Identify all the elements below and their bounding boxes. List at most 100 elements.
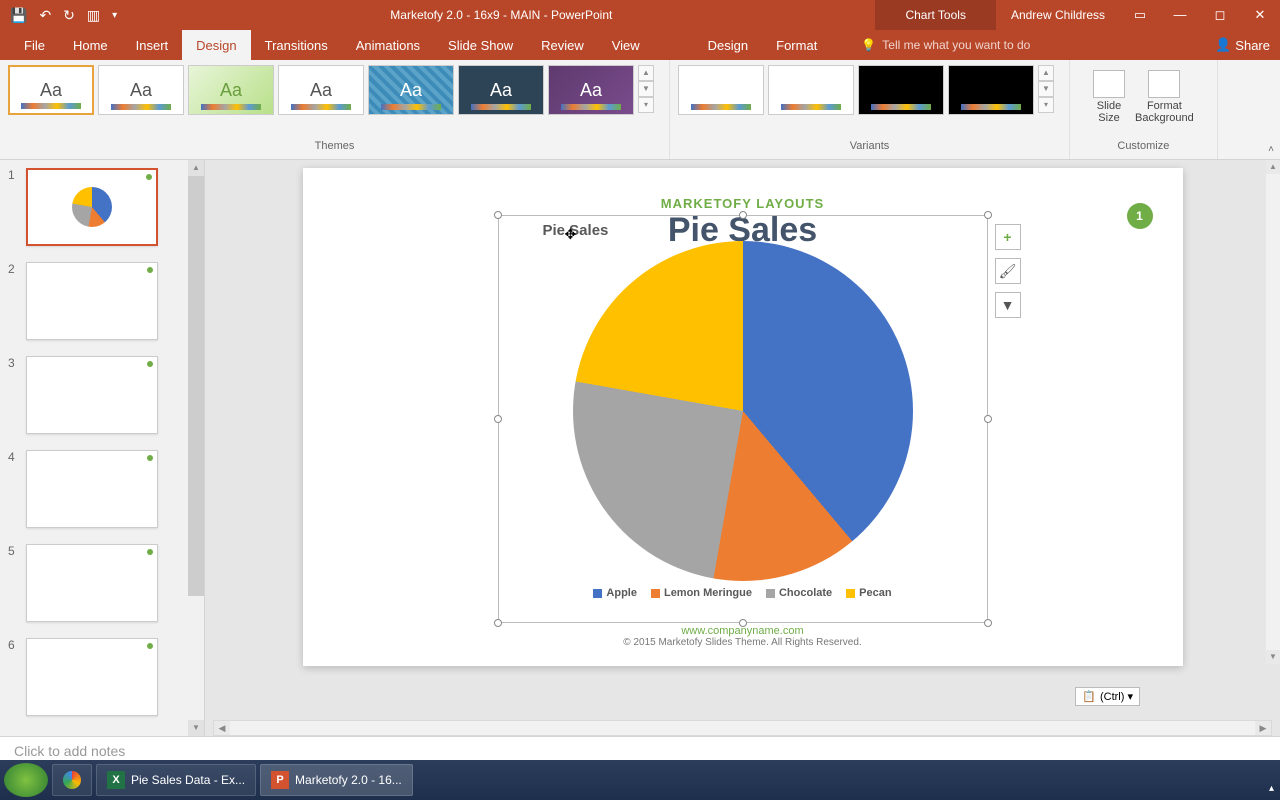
start-button[interactable] xyxy=(4,763,48,797)
collapse-ribbon-icon[interactable]: ˄ xyxy=(1268,144,1274,155)
system-tray[interactable]: ▴ xyxy=(1269,783,1274,794)
slide-thumbnail-4[interactable]: 4 xyxy=(8,450,196,528)
format-background-button[interactable]: Format Background xyxy=(1135,70,1194,124)
horizontal-scrollbar[interactable]: ◀ ▶ xyxy=(213,720,1272,736)
legend-item[interactable]: Pecan xyxy=(846,587,891,599)
tab-home[interactable]: Home xyxy=(59,30,122,60)
legend-item[interactable]: Lemon Meringue xyxy=(651,587,752,599)
tab-file[interactable]: File xyxy=(10,30,59,60)
theme-thumb[interactable]: Aa xyxy=(548,65,634,115)
variant-thumb[interactable] xyxy=(858,65,944,115)
slide-size-button[interactable]: Slide Size xyxy=(1093,70,1125,124)
resize-handle[interactable] xyxy=(739,211,747,219)
slide-thumbnail-5[interactable]: 5 xyxy=(8,544,196,622)
resize-handle[interactable] xyxy=(494,415,502,423)
scroll-left-icon[interactable]: ◀ xyxy=(214,721,230,735)
tab-chart-format[interactable]: Format xyxy=(762,30,831,60)
theme-thumb[interactable]: Aa xyxy=(98,65,184,115)
slide-thumbnail-3[interactable]: 3 xyxy=(8,356,196,434)
pie-chart[interactable] xyxy=(573,241,913,581)
window-title: Marketofy 2.0 - 16x9 - MAIN - PowerPoint xyxy=(127,8,875,22)
variants-group: ▲ ▼ ▾ Variants xyxy=(670,60,1070,159)
gallery-down-icon[interactable]: ▼ xyxy=(638,81,654,97)
window-controls: ▭ ― ◻ ✕ xyxy=(1120,7,1280,23)
gallery-up-icon[interactable]: ▲ xyxy=(638,65,654,81)
slide-thumbnail-2[interactable]: 2 xyxy=(8,262,196,340)
chart-legend[interactable]: Apple Lemon Meringue Chocolate Pecan xyxy=(499,587,987,599)
scroll-thumb[interactable] xyxy=(188,176,204,596)
main-area: 1 2 3 4 5 6 ▲ ▼ MARKETOFY LAYOUTS Pie Sa… xyxy=(0,160,1280,736)
tab-view[interactable]: View xyxy=(598,30,654,60)
tab-animations[interactable]: Animations xyxy=(342,30,434,60)
slide-thumbnail-1[interactable]: 1 xyxy=(8,168,196,246)
tab-review[interactable]: Review xyxy=(527,30,598,60)
variant-thumb[interactable] xyxy=(948,65,1034,115)
chart-object[interactable]: Pie Sales Apple Lemon Meringue Chocolate… xyxy=(498,215,988,623)
slide-thumbnail-6[interactable]: 6 xyxy=(8,638,196,716)
slide-canvas[interactable]: MARKETOFY LAYOUTS Pie Sales 1 Pie Sales … xyxy=(205,160,1280,736)
taskbar-item-excel[interactable]: XPie Sales Data - Ex... xyxy=(96,764,256,796)
tab-chart-design[interactable]: Design xyxy=(694,30,762,60)
minimize-icon[interactable]: ― xyxy=(1160,7,1200,23)
ribbon: Aa Aa Aa Aa Aa Aa Aa ▲ ▼ ▾ Themes ▲ ▼ ▾ xyxy=(0,60,1280,160)
ribbon-display-icon[interactable]: ▭ xyxy=(1120,7,1160,23)
variants-gallery-arrows: ▲ ▼ ▾ xyxy=(1038,65,1054,113)
resize-handle[interactable] xyxy=(984,415,992,423)
theme-thumb[interactable]: Aa xyxy=(368,65,454,115)
paste-options-button[interactable]: 📋(Ctrl) ▾ xyxy=(1075,687,1140,706)
scroll-right-icon[interactable]: ▶ xyxy=(1255,721,1271,735)
qat-customize-icon[interactable]: ▾ xyxy=(112,10,117,21)
variant-thumb[interactable] xyxy=(768,65,854,115)
quick-access-toolbar: 💾 ↶ ↻ ▥ ▾ xyxy=(0,7,127,24)
scroll-down-icon[interactable]: ▼ xyxy=(188,720,204,736)
chart-side-buttons: + 🖌 ▼ xyxy=(995,224,1021,318)
gallery-more-icon[interactable]: ▾ xyxy=(1038,97,1054,113)
group-label: Themes xyxy=(8,140,661,154)
lightbulb-icon: 💡 xyxy=(861,38,876,52)
chart-title[interactable]: Pie Sales xyxy=(499,216,987,239)
gallery-down-icon[interactable]: ▼ xyxy=(1038,81,1054,97)
vertical-scrollbar[interactable]: ▲ ▼ xyxy=(1266,160,1280,664)
redo-icon[interactable]: ↻ xyxy=(63,7,75,24)
maximize-icon[interactable]: ◻ xyxy=(1200,7,1240,23)
chart-elements-button[interactable]: + xyxy=(995,224,1021,250)
chart-styles-button[interactable]: 🖌 xyxy=(995,258,1021,284)
tab-transitions[interactable]: Transitions xyxy=(251,30,342,60)
legend-item[interactable]: Chocolate xyxy=(766,587,832,599)
themes-gallery-arrows: ▲ ▼ ▾ xyxy=(638,65,654,113)
thumbnail-scrollbar[interactable]: ▲ ▼ xyxy=(188,160,204,736)
resize-handle[interactable] xyxy=(984,211,992,219)
user-name[interactable]: Andrew Childress xyxy=(996,8,1120,22)
tab-slide-show[interactable]: Slide Show xyxy=(434,30,527,60)
share-icon: 👤 xyxy=(1215,37,1231,53)
tell-me-search[interactable]: 💡Tell me what you want to do xyxy=(861,38,1030,52)
slide-thumbnail-panel: 1 2 3 4 5 6 ▲ ▼ xyxy=(0,160,205,736)
gallery-more-icon[interactable]: ▾ xyxy=(638,97,654,113)
format-background-icon xyxy=(1148,70,1180,98)
scroll-down-icon[interactable]: ▼ xyxy=(1266,650,1280,664)
undo-icon[interactable]: ↶ xyxy=(39,7,51,24)
taskbar-item-chrome[interactable] xyxy=(52,764,92,796)
close-icon[interactable]: ✕ xyxy=(1240,7,1280,23)
resize-handle[interactable] xyxy=(494,211,502,219)
start-from-beginning-icon[interactable]: ▥ xyxy=(87,7,100,24)
taskbar-item-powerpoint[interactable]: PMarketofy 2.0 - 16... xyxy=(260,764,413,796)
legend-item[interactable]: Apple xyxy=(593,587,637,599)
slide-footer-copyright: © 2015 Marketofy Slides Theme. All Right… xyxy=(303,637,1183,648)
theme-thumb[interactable]: Aa xyxy=(8,65,94,115)
contextual-tab-label: Chart Tools xyxy=(875,0,995,30)
scroll-up-icon[interactable]: ▲ xyxy=(1266,160,1280,174)
gallery-up-icon[interactable]: ▲ xyxy=(1038,65,1054,81)
theme-thumb[interactable]: Aa xyxy=(188,65,274,115)
variant-thumb[interactable] xyxy=(678,65,764,115)
theme-thumb[interactable]: Aa xyxy=(458,65,544,115)
theme-thumb[interactable]: Aa xyxy=(278,65,364,115)
slide-pretitle: MARKETOFY LAYOUTS xyxy=(303,168,1183,211)
chart-filters-button[interactable]: ▼ xyxy=(995,292,1021,318)
save-icon[interactable]: 💾 xyxy=(10,7,27,24)
share-button[interactable]: 👤Share xyxy=(1215,37,1270,53)
tab-insert[interactable]: Insert xyxy=(122,30,183,60)
slide[interactable]: MARKETOFY LAYOUTS Pie Sales 1 Pie Sales … xyxy=(303,168,1183,666)
tab-design[interactable]: Design xyxy=(182,30,250,60)
scroll-up-icon[interactable]: ▲ xyxy=(188,160,204,176)
